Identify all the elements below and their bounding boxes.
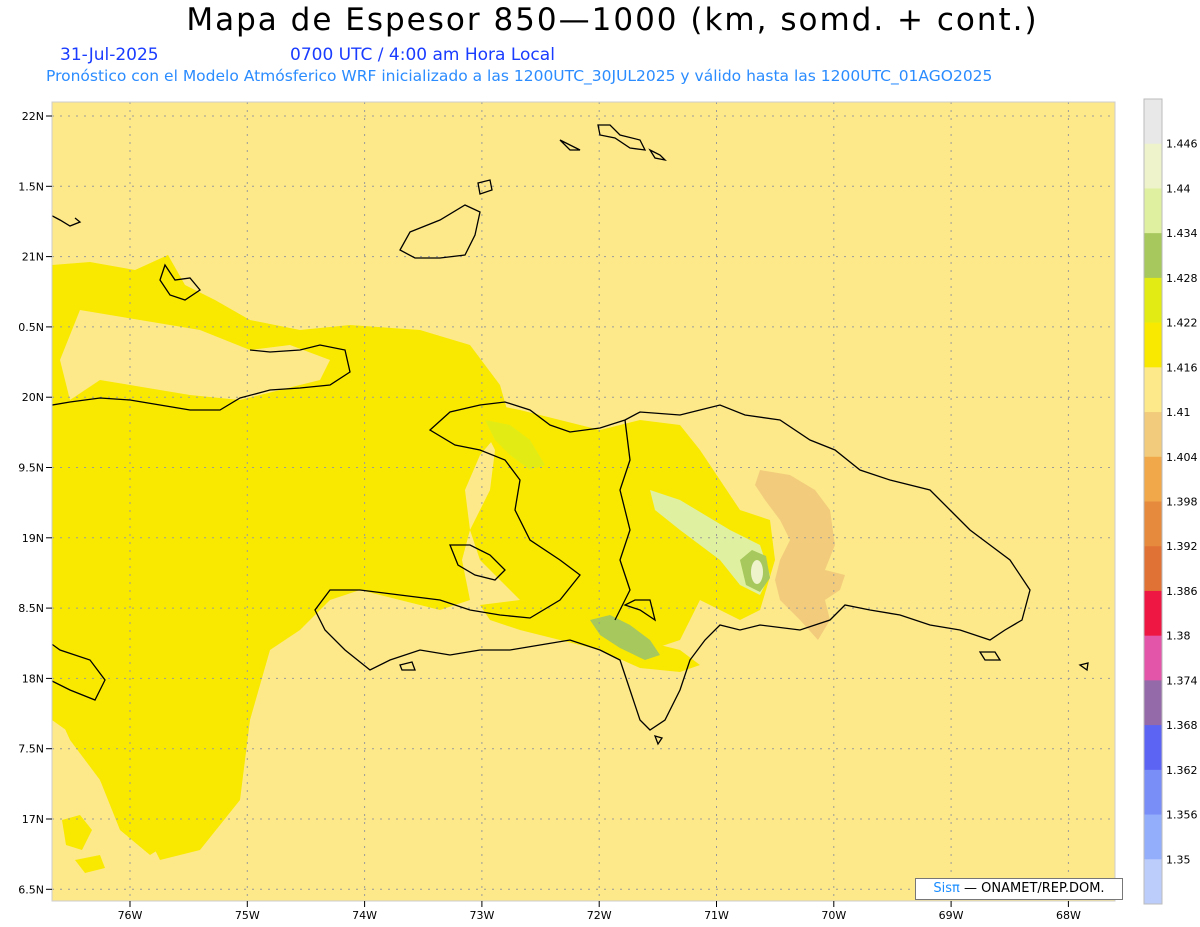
colorbar-segment — [1144, 635, 1162, 681]
colorbar-label: 1.398 — [1166, 496, 1198, 509]
lon-tick-label: 71W — [704, 909, 729, 922]
colorbar-label: 1.374 — [1166, 674, 1198, 687]
lat-tick-label: 8.5N — [18, 602, 44, 615]
lon-tick-label: 68W — [1056, 909, 1081, 922]
colorbar-segment — [1144, 412, 1162, 458]
colorbar-label: 1.416 — [1166, 361, 1198, 374]
colorbar-label: 1.392 — [1166, 540, 1198, 553]
colorbar-label: 1.38 — [1166, 630, 1191, 643]
lat-tick-label: 7.5N — [18, 743, 44, 756]
colorbar-segment — [1144, 277, 1162, 324]
colorbar-label: 1.368 — [1166, 719, 1198, 732]
colorbar-segment — [1144, 814, 1162, 860]
colorbar-label: 1.41 — [1166, 406, 1191, 419]
lat-tick-label: 17N — [22, 813, 44, 826]
colorbar-label: 1.434 — [1166, 227, 1198, 240]
lat-tick-label: 1.5N — [18, 180, 44, 193]
colorbar: 1.446 1.44 1.434 1.428 1.422 1.416 1.41 1.404 1.… — [1143, 98, 1198, 905]
credit-text: — ONAMET/REP.DOM. — [964, 881, 1105, 896]
lon-tick-label: 74W — [352, 909, 377, 922]
credit-brand: Sisπ — [933, 881, 960, 896]
colorbar-label: 1.35 — [1166, 853, 1191, 866]
colorbar-label: 1.446 — [1166, 138, 1198, 151]
lat-tick-label: 21N — [22, 251, 44, 264]
lon-tick-label: 69W — [939, 909, 964, 922]
colorbar-segment — [1144, 680, 1162, 726]
colorbar-segment — [1144, 322, 1162, 368]
colorbar-label: 1.44 — [1166, 182, 1191, 195]
colorbar-segment — [1144, 725, 1162, 771]
lat-tick-label: 20N — [22, 391, 44, 404]
lat-tick-label: 19N — [22, 532, 44, 545]
colorbar-label: 1.356 — [1166, 809, 1198, 822]
lon-tick-label: 70W — [821, 909, 846, 922]
colorbar-label: 1.362 — [1166, 764, 1198, 777]
lat-tick-label: 22N — [22, 110, 44, 123]
colorbar-segment — [1144, 769, 1162, 816]
colorbar-segment — [1144, 859, 1162, 905]
longitude-axis: 76W 75W 74W 73W 72W 71W 70W 69W 68W — [118, 901, 1081, 922]
thickness-map: 22N 1.5N 21N 0.5N 20N 9.5N 19N 8.5N 18N 7.5N 17N 6.… — [18, 98, 1198, 922]
colorbar-segment — [1144, 99, 1162, 145]
lat-tick-label: 9.5N — [18, 462, 44, 475]
colorbar-label: 1.404 — [1166, 451, 1198, 464]
colorbar-segment — [1144, 233, 1162, 279]
latitude-axis: 22N 1.5N 21N 0.5N 20N 9.5N 19N 8.5N 18N 7.5N 17N 6.… — [18, 110, 52, 896]
field-1434-peak — [751, 560, 763, 584]
colorbar-segment — [1144, 188, 1162, 234]
credit-box: Sisπ — ONAMET/REP.DOM. — [915, 878, 1123, 900]
lon-tick-label: 72W — [587, 909, 612, 922]
lon-tick-label: 75W — [235, 909, 260, 922]
colorbar-segment — [1144, 456, 1162, 502]
colorbar-label: 1.386 — [1166, 585, 1198, 598]
colorbar-segment — [1144, 143, 1162, 189]
colorbar-segment — [1144, 590, 1162, 637]
lon-tick-label: 73W — [469, 909, 494, 922]
colorbar-label: 1.422 — [1166, 317, 1198, 330]
lat-tick-label: 6.5N — [18, 883, 44, 896]
colorbar-segment — [1144, 546, 1162, 592]
lat-tick-label: 18N — [22, 672, 44, 685]
colorbar-label: 1.428 — [1166, 272, 1198, 285]
lon-tick-label: 76W — [118, 909, 143, 922]
colorbar-segment — [1144, 367, 1162, 413]
lat-tick-label: 0.5N — [18, 321, 44, 334]
colorbar-segment — [1144, 501, 1162, 547]
